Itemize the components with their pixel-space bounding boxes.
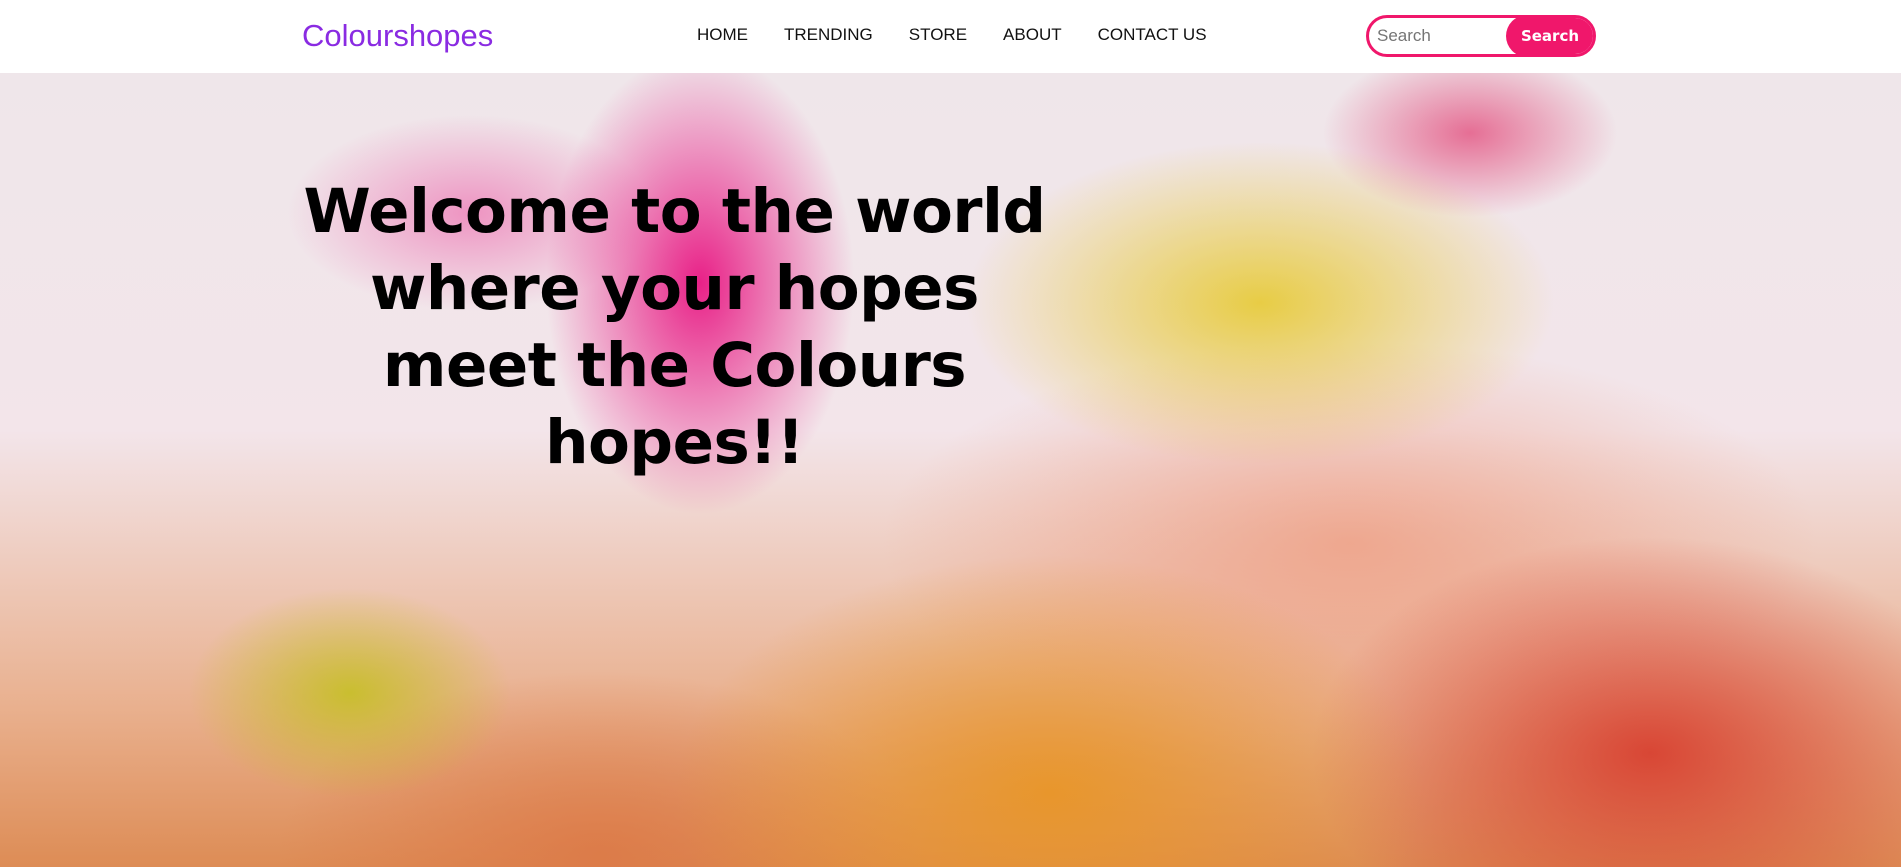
- nav-link-home[interactable]: HOME: [697, 25, 748, 44]
- navbar: Colourshopes HOME TRENDING STORE ABOUT C…: [0, 0, 1901, 73]
- brand-logo-link[interactable]: Colourshopes: [302, 17, 493, 55]
- nav-menu: HOME TRENDING STORE ABOUT CONTACT US: [697, 24, 1243, 46]
- nav-link-contact-us[interactable]: CONTACT US: [1098, 25, 1207, 44]
- search-button[interactable]: Search: [1506, 18, 1593, 54]
- hero-banner: Welcome to the world where your hopes me…: [0, 73, 1901, 867]
- nav-item-trending: TRENDING: [784, 24, 873, 46]
- nav-link-store[interactable]: STORE: [909, 25, 967, 44]
- hero-title: Welcome to the world where your hopes me…: [303, 176, 1046, 478]
- nav-link-trending[interactable]: TRENDING: [784, 25, 873, 44]
- search-form: Search: [1366, 15, 1596, 57]
- page: Colourshopes HOME TRENDING STORE ABOUT C…: [0, 0, 1901, 867]
- nav-item-contact: CONTACT US: [1098, 24, 1207, 46]
- nav-item-store: STORE: [909, 24, 967, 46]
- nav-item-home: HOME: [697, 24, 748, 46]
- nav-link-about[interactable]: ABOUT: [1003, 25, 1062, 44]
- nav-item-about: ABOUT: [1003, 24, 1062, 46]
- search-input[interactable]: [1377, 18, 1517, 54]
